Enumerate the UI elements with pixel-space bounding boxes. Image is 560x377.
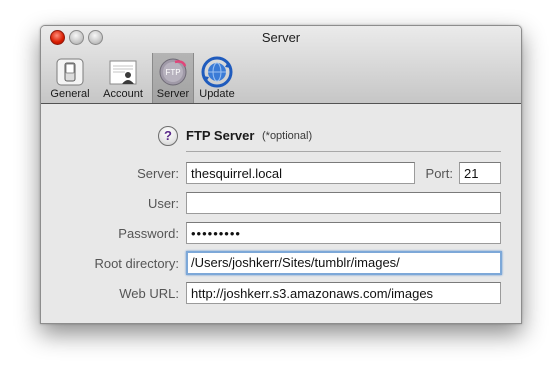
port-field[interactable]: 21	[459, 162, 501, 184]
toolbar-item-server[interactable]: FTP Server	[152, 53, 194, 103]
toolbar-label-account: Account	[103, 88, 143, 100]
window-toolbar: Server General Account FTP Server Update	[41, 26, 521, 104]
password-label: Password:	[118, 226, 179, 241]
toolbar-item-update[interactable]: Update	[196, 53, 238, 103]
toolbar-label-server: Server	[156, 88, 190, 100]
server-label: Server:	[137, 166, 179, 181]
web-url-label: Web URL:	[119, 286, 179, 301]
window-title: Server	[261, 30, 301, 45]
section-divider	[186, 151, 501, 152]
toolbar-item-general[interactable]: General	[49, 53, 91, 103]
password-field[interactable]: •••••••••	[186, 222, 501, 244]
root-directory-field[interactable]: /Users/joshkerr/Sites/tumblr/images/	[186, 251, 502, 275]
switch-icon	[56, 58, 84, 86]
toolbar-label-general: General	[50, 88, 90, 100]
svg-text:FTP: FTP	[165, 68, 180, 77]
section-title: FTP Server	[186, 128, 255, 143]
account-card-icon	[109, 60, 137, 85]
toolbar-item-account[interactable]: Account	[99, 53, 147, 103]
port-label: Port:	[425, 166, 453, 181]
optional-note: (*optional)	[262, 130, 313, 142]
preferences-window: Server General Account FTP Server Update…	[40, 25, 522, 324]
user-field[interactable]	[186, 192, 501, 214]
web-url-field[interactable]: http://joshkerr.s3.amazonaws.com/images	[186, 282, 501, 304]
server-field[interactable]: thesquirrel.local	[186, 162, 415, 184]
ftp-server-icon: FTP	[159, 58, 187, 86]
update-globe-icon	[201, 56, 233, 88]
user-label: User:	[147, 196, 179, 211]
server-settings-pane: ? FTP Server (*optional) Server: thesqui…	[41, 104, 521, 323]
help-button[interactable]: ?	[158, 126, 178, 146]
root-directory-label: Root directory:	[94, 256, 179, 271]
toolbar-label-update: Update	[199, 88, 235, 100]
